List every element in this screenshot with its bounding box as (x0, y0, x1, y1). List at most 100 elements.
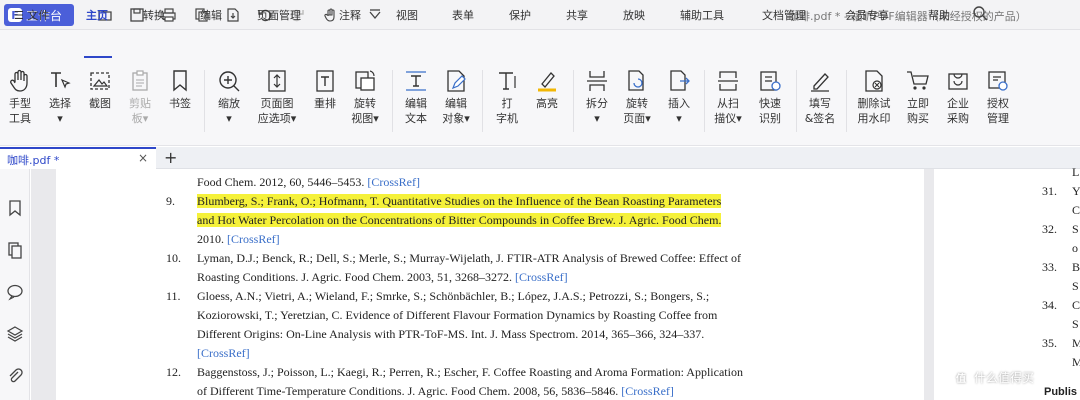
page-fit-button[interactable]: 页面图 应选项▾ (255, 66, 299, 126)
new-tab-icon[interactable]: + (164, 148, 177, 167)
highlight-button[interactable]: 高亮 (527, 66, 567, 111)
menu-convert[interactable]: 转换 (143, 7, 165, 23)
fill-sign-button[interactable]: 填写 &签名 (800, 66, 840, 126)
close-tab-icon[interactable]: × (138, 151, 148, 165)
reflow-icon (305, 66, 345, 96)
reference-text: Gloess, A.N.; Vietri, A.; Wieland, F.; S… (197, 289, 710, 303)
reference-line[interactable]: Gloess, A.N.; Vietri, A.; Wieland, F.; S… (197, 289, 709, 304)
zoom-label: 缩放 ▾ (218, 97, 240, 125)
typewriter-button[interactable]: 打 字机 (487, 66, 527, 126)
export-page-icon[interactable] (224, 6, 242, 24)
menu-protect[interactable]: 保护 (509, 7, 531, 23)
reference-line[interactable]: Blumberg, S.; Frank, O.; Hofmann, T. Qua… (197, 194, 722, 209)
reference-text: of Different Time-Temperature Conditions… (197, 384, 622, 398)
hand-tool-button[interactable]: 手型 工具 (0, 66, 40, 126)
menu-share[interactable]: 共享 (566, 7, 588, 23)
page2-reference-fragment: M (1072, 336, 1080, 350)
clipboard-label: 剪贴 板▾ (129, 97, 151, 125)
pages-panel-icon[interactable] (6, 241, 24, 259)
hamburger-icon: ☰ (14, 9, 24, 22)
menu-present[interactable]: 放映 (623, 7, 645, 23)
split-button[interactable]: 拆分 ▾ (577, 66, 617, 126)
watermark-logo-icon: 值 (952, 368, 970, 386)
rotate-view-icon (345, 66, 385, 96)
snapshot-button[interactable]: 截图 (80, 66, 120, 111)
smzdm-watermark: 值 什么值得买 (952, 368, 1034, 386)
menu-help[interactable]: 帮助 (928, 7, 950, 23)
reference-line[interactable]: and Hot Water Percolation on the Concent… (197, 213, 722, 228)
customize-toolbar-icon[interactable] (366, 6, 384, 24)
toolbar-divider (482, 70, 483, 132)
rotate-view-button[interactable]: 旋转 视图▾ (345, 66, 385, 126)
quick-ocr-button[interactable]: 快速 识别 (750, 66, 790, 126)
zoom-button[interactable]: 缩放 ▾ (209, 66, 249, 126)
clipboard-button[interactable]: 剪贴 板▾ (120, 66, 160, 126)
crossref-link[interactable]: [CrossRef] (197, 346, 250, 360)
remove-trial-watermark-button[interactable]: 删除试 用水印 (852, 66, 896, 126)
toolbar-divider (846, 70, 847, 132)
insert-button[interactable]: 插入 ▾ (659, 66, 699, 126)
menu-file[interactable]: ☰ 文件 (14, 7, 49, 23)
attachments-panel-icon[interactable] (6, 367, 24, 385)
enterprise-bag-icon (938, 66, 978, 96)
reference-text: Koziorowski, T.; Yeretzian, C. Evidence … (197, 308, 718, 322)
reference-number: 12. (166, 365, 181, 379)
page2-reference-fragment: S (1072, 222, 1079, 236)
crossref-link[interactable]: [CrossRef] (621, 384, 674, 398)
window-title: 咖啡.pdf * - 福昕PDF编辑器（未经授权的产品） (788, 10, 1027, 23)
edit-object-button[interactable]: 编辑 对象▾ (436, 66, 476, 126)
select-tool-button[interactable]: 选择 ▾ (40, 66, 80, 126)
document-tab-label: 咖啡.pdf * (7, 154, 60, 167)
reference-line[interactable]: 2010. [CrossRef] (197, 232, 280, 247)
reflow-button[interactable]: 重排 (305, 66, 345, 111)
reference-line[interactable]: of Different Time-Temperature Conditions… (197, 384, 674, 399)
clipboard-icon (120, 66, 160, 96)
menu-member[interactable]: 会员专享 (845, 7, 889, 23)
buy-now-button[interactable]: 立即 购买 (898, 66, 938, 126)
crossref-link[interactable]: [CrossRef] (515, 270, 568, 284)
snapshot-icon (80, 66, 120, 96)
zoom-icon (209, 66, 249, 96)
insert-page-icon (659, 66, 699, 96)
hand-icon (0, 66, 40, 96)
menu-edit[interactable]: 编辑 (200, 7, 222, 23)
document-tab[interactable]: 咖啡.pdf * × (0, 147, 156, 169)
edit-text-button[interactable]: 编辑 文本 (396, 66, 436, 126)
reference-line[interactable]: Lyman, D.J.; Benck, R.; Dell, S.; Merle,… (197, 251, 741, 266)
crossref-link[interactable]: [CrossRef] (227, 232, 280, 246)
enterprise-purchase-button[interactable]: 企业 采购 (938, 66, 978, 126)
menu-form[interactable]: 表单 (452, 7, 474, 23)
license-management-button[interactable]: 授权 管理 (978, 66, 1018, 126)
menu-accessibility[interactable]: 辅助工具 (680, 7, 724, 23)
scanner-icon (708, 66, 748, 96)
highlighter-icon (527, 66, 567, 96)
edit-text-label: 编辑 文本 (405, 97, 427, 125)
search-icon[interactable] (972, 5, 988, 24)
comments-panel-icon[interactable] (6, 283, 24, 301)
bookmark-button[interactable]: 书签 (160, 66, 200, 111)
layers-panel-icon[interactable] (6, 325, 24, 343)
reference-line[interactable]: Roasting Conditions. J. Agric. Food Chem… (197, 270, 568, 285)
toolbar-divider (704, 70, 705, 132)
edit-text-icon (396, 66, 436, 96)
pdf-page-next[interactable] (934, 169, 1080, 400)
rotate-page-button[interactable]: 旋转 页面▾ (617, 66, 657, 126)
select-tool-label: 选择 ▾ (49, 97, 71, 125)
menu-view[interactable]: 视图 (396, 7, 418, 23)
menu-home[interactable]: 主页 (86, 7, 108, 23)
insert-label: 插入 ▾ (668, 97, 690, 125)
reference-line[interactable]: Food Chem. 2012, 60, 5446–5453. [CrossRe… (197, 175, 420, 190)
menu-page-management[interactable]: 页面管理 (257, 7, 301, 23)
remove-watermark-label: 删除试 用水印 (857, 97, 891, 125)
crossref-link[interactable]: [CrossRef] (367, 175, 420, 189)
reference-line[interactable]: Baggenstoss, J.; Poisson, L.; Kaegi, R.;… (197, 365, 743, 380)
typewriter-label: 打 字机 (496, 97, 518, 125)
bookmark-panel-icon[interactable] (6, 199, 24, 217)
toolbar-divider (204, 70, 205, 132)
menu-annotate[interactable]: 注释 (339, 7, 361, 23)
menu-document-management[interactable]: 文档管理 (762, 7, 806, 23)
scan-button[interactable]: 从扫 描仪▾ (708, 66, 748, 126)
reference-line[interactable]: [CrossRef] (197, 346, 250, 361)
reference-line[interactable]: Koziorowski, T.; Yeretzian, C. Evidence … (197, 308, 717, 323)
reference-line[interactable]: Different Origins: On-Line Analysis with… (197, 327, 704, 342)
